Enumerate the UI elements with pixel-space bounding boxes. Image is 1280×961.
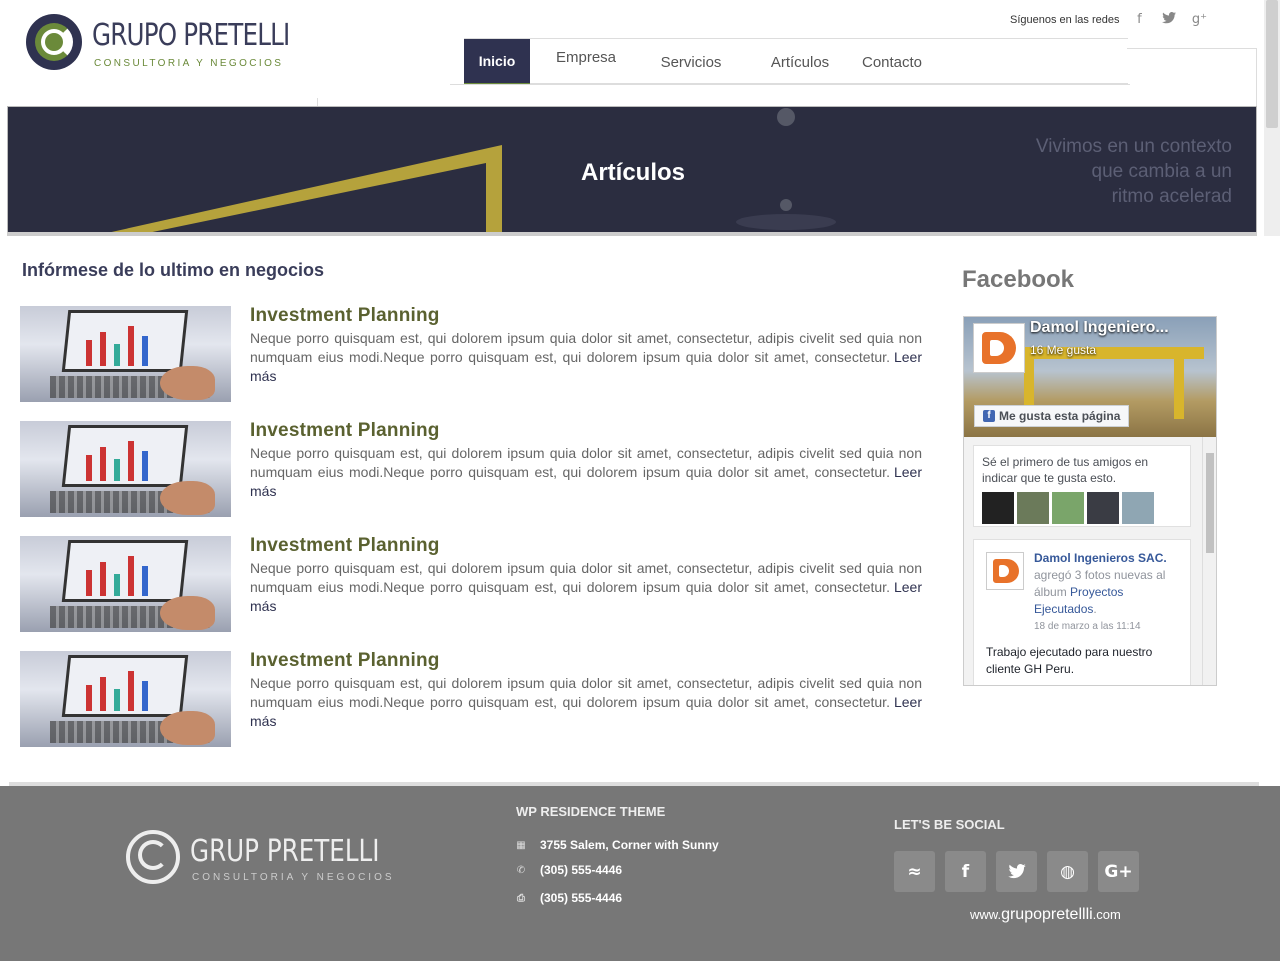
- article-title[interactable]: Investment Planning: [250, 420, 440, 442]
- facebook-post: Damol Ingenieros SAC. agregó 3 fotos nue…: [973, 539, 1191, 685]
- friends-text: Sé el primero de tus amigos en indicar q…: [982, 455, 1149, 485]
- footer-social-title: LET'S BE SOCIAL: [894, 817, 1005, 832]
- friend-avatar[interactable]: [1017, 492, 1049, 524]
- banner-quote: Vivimos en un contexto que cambia a un r…: [1035, 136, 1232, 207]
- footer-social-buttons: ≈ f ◍ G+: [894, 851, 1139, 892]
- article-thumbnail[interactable]: [20, 421, 231, 517]
- social-top-bar: Síguenos en las redes f g⁺: [1010, 12, 1209, 28]
- phone-icon: ✆: [516, 864, 526, 876]
- post-author[interactable]: Damol Ingenieros SAC.: [1034, 551, 1167, 565]
- post-header: Damol Ingenieros SAC. agregó 3 fotos nue…: [1034, 550, 1184, 635]
- article-title[interactable]: Investment Planning: [250, 305, 440, 327]
- article-item: Investment Planning Neque porro quisquam…: [20, 420, 922, 517]
- footer-fax: ⎙ (305) 555-4446: [517, 891, 623, 905]
- brand-name: GRUPO PRETELLI: [92, 18, 290, 53]
- facebook-heading: Facebook: [962, 266, 1075, 293]
- footer-logo[interactable]: GRUP PRETELLI CONSULTORIA Y NEGOCIOS: [126, 830, 392, 890]
- twitter-icon[interactable]: [996, 851, 1037, 892]
- article-excerpt: Neque porro quisquam est, qui dolorem ip…: [250, 675, 922, 729]
- rss-icon[interactable]: ≈: [894, 851, 935, 892]
- footer-brand-name: GRUP PRETELLI: [190, 834, 380, 869]
- follow-label: Síguenos en las redes: [1010, 14, 1120, 26]
- facebook-page-name[interactable]: Damol Ingeniero...: [1030, 319, 1169, 337]
- article-thumbnail[interactable]: [20, 306, 231, 402]
- header-frame-left: [317, 98, 318, 106]
- page-banner: Artículos Vivimos en un contexto que cam…: [7, 106, 1257, 234]
- site-footer: GRUP PRETELLI CONSULTORIA Y NEGOCIOS WP …: [0, 786, 1280, 961]
- article-excerpt: Neque porro quisquam est, qui dolorem ip…: [250, 445, 922, 499]
- friend-avatar[interactable]: [1087, 492, 1119, 524]
- banner-border: [7, 232, 1257, 236]
- footer-phone: ✆ (305) 555-4446: [516, 863, 623, 877]
- footer-contact-title: WP RESIDENCE THEME: [516, 804, 666, 819]
- facebook-page-avatar[interactable]: [973, 323, 1025, 373]
- article-excerpt: Neque porro quisquam est, qui dolorem ip…: [250, 560, 922, 614]
- google-plus-icon[interactable]: G+: [1098, 851, 1139, 892]
- section-title: Infórmese de lo ultimo en negocios: [22, 260, 325, 280]
- facebook-scrollbar[interactable]: [1202, 437, 1216, 685]
- facebook-cover[interactable]: Damol Ingeniero... 16 Me gusta f Me gust…: [964, 317, 1216, 437]
- article-thumbnail[interactable]: [20, 536, 231, 632]
- dribbble-icon[interactable]: ◍: [1047, 851, 1088, 892]
- friend-avatar[interactable]: [1052, 492, 1084, 524]
- brand-logo[interactable]: GRUPO PRETELLI CONSULTORIA Y NEGOCIOS: [26, 14, 290, 74]
- facebook-like-count: 16 Me gusta: [1030, 343, 1097, 357]
- page-scrollbar[interactable]: [1264, 0, 1280, 236]
- article-title[interactable]: Investment Planning: [250, 650, 440, 672]
- article-item: Investment Planning Neque porro quisquam…: [20, 535, 922, 632]
- post-body: Trabajo ejecutado para nuestro cliente G…: [986, 645, 1153, 676]
- facebook-like-button[interactable]: f Me gusta esta página: [974, 405, 1130, 427]
- header-frame: [1127, 48, 1257, 106]
- twitter-icon[interactable]: [1159, 12, 1179, 28]
- brand-tagline: CONSULTORIA Y NEGOCIOS: [94, 58, 284, 69]
- article-title[interactable]: Investment Planning: [250, 535, 440, 557]
- article-item: Investment Planning Neque porro quisquam…: [20, 305, 922, 402]
- facebook-icon[interactable]: f: [1129, 12, 1149, 28]
- nav-item-servicios[interactable]: Servicios: [642, 39, 740, 85]
- footer-brand-sub: CONSULTORIA Y NEGOCIOS: [192, 872, 395, 883]
- article-thumbnail[interactable]: [20, 651, 231, 747]
- print-icon: ⎙: [517, 892, 525, 904]
- nav-divider: [450, 84, 1130, 85]
- friend-avatar[interactable]: [982, 492, 1014, 524]
- footer-address: ▦ 3755 Salem, Corner with Sunny: [516, 838, 719, 852]
- nav-item-contacto[interactable]: Contacto: [860, 39, 924, 85]
- building-icon: ▦: [516, 839, 526, 851]
- friend-avatar[interactable]: [1122, 492, 1154, 524]
- facebook-icon: f: [983, 410, 995, 422]
- facebook-friends-card: Sé el primero de tus amigos en indicar q…: [973, 445, 1191, 527]
- article-item: Investment Planning Neque porro quisquam…: [20, 650, 922, 747]
- article-excerpt: Neque porro quisquam est, qui dolorem ip…: [250, 330, 922, 384]
- google-plus-icon[interactable]: g⁺: [1189, 12, 1209, 28]
- scrollbar-thumb[interactable]: [1266, 0, 1278, 128]
- nav-item-empresa[interactable]: Empresa: [530, 39, 642, 85]
- nav-item-inicio[interactable]: Inicio: [464, 39, 530, 85]
- main-nav: Inicio Empresa Servicios Artículos Conta…: [464, 38, 1128, 85]
- nav-item-articulos[interactable]: Artículos: [740, 39, 860, 85]
- logo-icon: [26, 14, 82, 70]
- facebook-icon[interactable]: f: [945, 851, 986, 892]
- post-date[interactable]: 18 de marzo a las 11:14: [1034, 618, 1184, 635]
- friends-avatars: [982, 492, 1182, 524]
- footer-url[interactable]: www.grupopretellli.com: [970, 906, 1121, 924]
- facebook-widget: Damol Ingeniero... 16 Me gusta f Me gust…: [963, 316, 1217, 686]
- post-avatar[interactable]: [986, 552, 1024, 590]
